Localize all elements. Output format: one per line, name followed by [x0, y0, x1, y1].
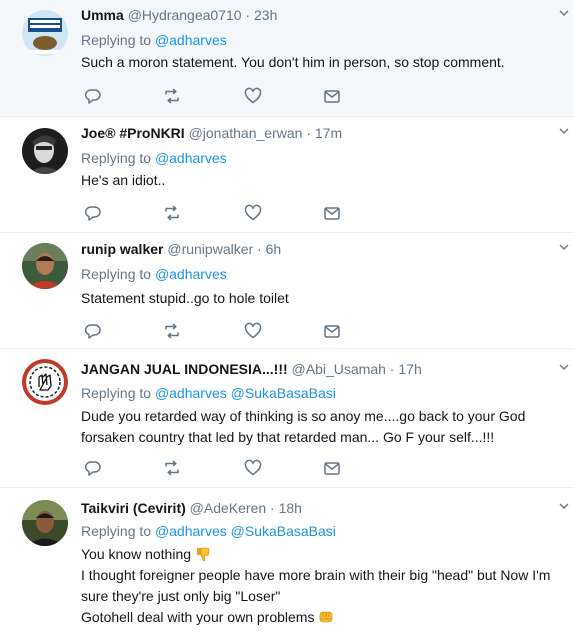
timestamp[interactable]: 17m [315, 125, 342, 141]
handle[interactable]: @Hydrangea0710 [128, 7, 242, 23]
tweet-text: Statement stupid..go to hole toilet [81, 288, 561, 309]
tweet-text-line: Gotohell deal with your own problems [81, 609, 315, 625]
heart-icon[interactable] [244, 459, 262, 477]
replying-to: Replying to @adharves @SukaBasaBasi [81, 522, 336, 540]
timestamp[interactable]: 6h [266, 241, 282, 257]
tweet-text-line-1: You know nothing [81, 544, 561, 565]
display-name[interactable]: Umma [81, 7, 124, 23]
replying-to: Replying to @adharves [81, 149, 227, 167]
replying-to-label: Replying to [81, 32, 152, 48]
retweet-icon[interactable] [163, 87, 181, 105]
mention-link[interactable]: @SukaBasaBasi [231, 523, 336, 539]
tweet-text-line: I thought foreigner people have more bra… [81, 567, 551, 583]
tweet-text-line: You know nothing [81, 546, 192, 562]
tweet[interactable]: Taikviri (Cevirit) @AdeKeren · 18h Reply… [0, 488, 573, 640]
mention-link[interactable]: @adharves [155, 150, 227, 166]
tweet-text-line: forsaken country that led by that retard… [81, 429, 495, 445]
message-icon[interactable] [323, 204, 341, 222]
display-name[interactable]: Joe® #ProNKRI [81, 125, 185, 141]
retweet-icon[interactable] [163, 322, 181, 340]
replying-to: Replying to @adharves @SukaBasaBasi [81, 384, 336, 402]
tweet-text: Such a moron statement. You don't him in… [81, 52, 561, 73]
message-icon[interactable] [323, 459, 341, 477]
time-separator: · [266, 500, 279, 516]
time-separator: · [241, 7, 254, 23]
time-separator: · [385, 361, 399, 377]
reply-icon[interactable] [84, 204, 102, 222]
message-icon[interactable] [323, 87, 341, 105]
tweet[interactable]: runip walker @runipwalker · 6h Replying … [0, 233, 573, 349]
heart-icon[interactable] [244, 87, 262, 105]
timestamp[interactable]: 18h [279, 500, 302, 516]
replying-to-label: Replying to [81, 385, 152, 401]
chevron-down-icon[interactable] [559, 8, 569, 18]
mention-link[interactable]: @adharves [155, 385, 227, 401]
timestamp[interactable]: 23h [254, 7, 277, 23]
reply-icon[interactable] [84, 459, 102, 477]
fist-icon [320, 611, 333, 623]
tweet-text: You know nothing I thought foreigner peo… [81, 544, 561, 628]
mention-link[interactable]: @adharves [155, 523, 227, 539]
mention-link[interactable]: @adharves [155, 32, 227, 48]
tweet[interactable]: Joe® #ProNKRI @jonathan_erwan · 17m Repl… [0, 117, 573, 233]
tweet[interactable]: Umma @Hydrangea0710 · 23h Replying to @a… [0, 0, 573, 117]
replying-to: Replying to @adharves [81, 265, 227, 283]
tweet-text-line-4: Gotohell deal with your own problems [81, 607, 561, 628]
avatar[interactable] [22, 128, 68, 174]
replying-to-label: Replying to [81, 150, 152, 166]
handle[interactable]: @jonathan_erwan [189, 125, 303, 141]
time-separator: · [253, 241, 266, 257]
tweet-text-line: sure they're just only big "Loser" [81, 588, 281, 604]
tweet-text: He's an idiot.. [81, 170, 561, 191]
tweet-text: Dude you retarded way of thinking is so … [81, 406, 561, 448]
heart-icon[interactable] [244, 204, 262, 222]
mention-link[interactable]: @SukaBasaBasi [231, 385, 336, 401]
replying-to: Replying to @adharves [81, 31, 227, 49]
avatar[interactable] [22, 500, 68, 546]
mention-link[interactable]: @adharves [155, 266, 227, 282]
retweet-icon[interactable] [163, 459, 181, 477]
avatar[interactable] [22, 359, 68, 405]
thumbs-down-icon [197, 547, 210, 562]
heart-icon[interactable] [244, 322, 262, 340]
display-name[interactable]: JANGAN JUAL INDONESIA...!!! [81, 361, 288, 377]
avatar[interactable] [22, 10, 68, 56]
reply-icon[interactable] [84, 87, 102, 105]
replying-to-label: Replying to [81, 266, 152, 282]
tweet-text-line: He's an idiot.. [81, 172, 166, 188]
chevron-down-icon[interactable] [559, 126, 569, 136]
display-name[interactable]: runip walker [81, 241, 163, 257]
display-name[interactable]: Taikviri (Cevirit) [81, 500, 186, 516]
message-icon[interactable] [323, 322, 341, 340]
handle[interactable]: @Abi_Usamah [292, 361, 386, 377]
tweet-text-line: Such a moron statement. You don't him in… [81, 54, 505, 70]
handle[interactable]: @AdeKeren [190, 500, 266, 516]
retweet-icon[interactable] [163, 204, 181, 222]
reply-icon[interactable] [84, 322, 102, 340]
timestamp[interactable]: 17h [398, 361, 421, 377]
tweet[interactable]: JANGAN JUAL INDONESIA...!!! @Abi_Usamah … [0, 349, 573, 488]
time-separator: · [302, 125, 315, 141]
tweet-text-line: Dude you retarded way of thinking is so … [81, 408, 526, 424]
replying-to-label: Replying to [81, 523, 152, 539]
tweet-text-line: Statement stupid..go to hole toilet [81, 290, 289, 306]
chevron-down-icon[interactable] [559, 362, 569, 372]
chevron-down-icon[interactable] [559, 501, 569, 511]
handle[interactable]: @runipwalker [167, 241, 253, 257]
avatar[interactable] [22, 243, 68, 289]
chevron-down-icon[interactable] [559, 242, 569, 252]
